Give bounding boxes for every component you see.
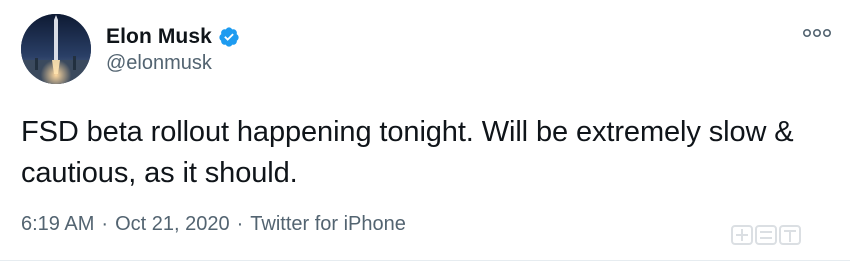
avatar[interactable] (21, 14, 91, 84)
tweet-text: FSD beta rollout happening tonight. Will… (21, 116, 794, 189)
verified-badge-icon (218, 26, 240, 48)
tweet-source[interactable]: Twitter for iPhone (250, 213, 406, 236)
display-name[interactable]: Elon Musk (106, 25, 212, 49)
watermark-logo (730, 218, 840, 252)
tweet-card: Elon Musk @elonmusk FSD beta rollout hap… (0, 0, 850, 264)
tweet-date[interactable]: Oct 21, 2020 (115, 213, 230, 236)
rocket-launch-avatar-icon (21, 14, 91, 84)
meta-separator: · (101, 213, 109, 235)
author-name-row[interactable]: Elon Musk (106, 22, 240, 52)
bottom-divider (0, 260, 850, 261)
author-handle[interactable]: @elonmusk (106, 52, 212, 75)
more-options-icon[interactable] (802, 26, 832, 40)
meta-separator: · (236, 213, 244, 235)
tweet-time[interactable]: 6:19 AM (21, 213, 94, 236)
tweet-meta: 6:19 AM · Oct 21, 2020 · Twitter for iPh… (21, 213, 406, 236)
